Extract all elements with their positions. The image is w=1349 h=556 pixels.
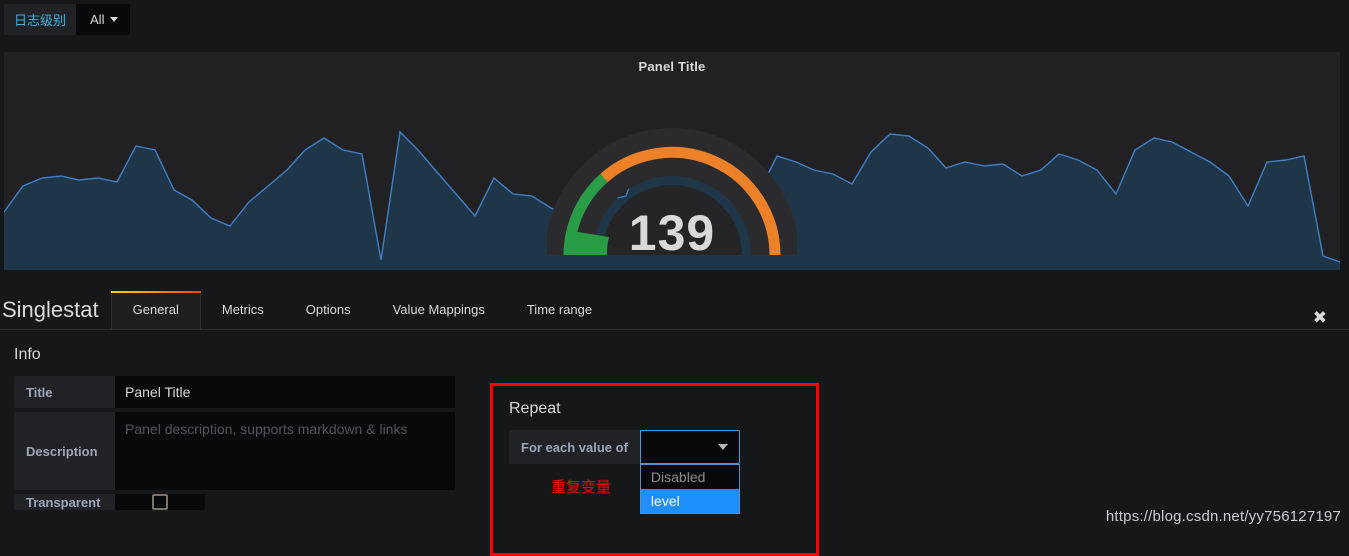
repeat-select[interactable] [639,430,740,464]
gauge-value: 139 [628,205,716,261]
repeat-annotation: 重复变量 [551,479,612,496]
panel-editor: Singlestat General Metrics Options Value… [0,288,1349,556]
description-row: Description [14,412,455,490]
variable-loglevel[interactable]: 日志级别 All [4,4,131,35]
repeat-variable-row: For each value of Disabled level [509,430,800,514]
for-each-value-label: For each value of [509,430,640,464]
title-label: Title [14,376,115,408]
tab-metrics-label: Metrics [221,302,264,317]
title-input[interactable] [115,376,455,408]
tab-value-mappings[interactable]: Value Mappings [372,291,506,329]
transparent-checkbox[interactable] [152,494,168,510]
repeat-section-highlight: Repeat For each value of Disabled level … [490,383,819,556]
tab-metrics[interactable]: Metrics [201,291,285,329]
description-label: Description [14,412,115,490]
panel-type-label: Singlestat [2,297,99,322]
tab-options[interactable]: Options [285,291,372,329]
dropdown-option-level[interactable]: level [640,489,739,513]
repeat-select-wrap: Disabled level [639,430,740,514]
transparent-label: Transparent [14,494,115,510]
transparent-row: Transparent [14,494,455,510]
transparent-checkbox-cell[interactable] [115,494,205,510]
tab-time-range-label: Time range [526,302,593,317]
panel-title: Panel Title [638,59,706,74]
repeat-section-title: Repeat [509,400,561,417]
tab-options-label: Options [305,302,351,317]
tab-value-mappings-label: Value Mappings [392,302,485,317]
panel-bottom-strip [4,270,1340,288]
description-textarea[interactable] [115,412,455,490]
title-row: Title [14,376,455,408]
variable-label: 日志级别 [4,4,77,35]
chevron-down-icon [110,17,119,22]
repeat-dropdown-menu[interactable]: Disabled level [639,464,740,514]
tab-general[interactable]: General [110,291,202,329]
chevron-down-icon [717,444,728,450]
info-section: Info Title Description Transparent [0,346,469,514]
info-section-title: Info [14,346,41,363]
editor-tab-bar: Singlestat General Metrics Options Value… [0,288,1349,330]
editor-body: Info Title Description Transparent Repea… [0,330,1349,556]
singlestat-panel[interactable]: Panel Title 139 [4,52,1340,270]
gauge: 139 [547,85,797,270]
dropdown-option-disabled[interactable]: Disabled [641,465,739,489]
tab-time-range[interactable]: Time range [506,291,613,329]
close-icon[interactable]: ✖ [1313,309,1327,326]
variable-value-dropdown[interactable]: All [76,4,131,35]
template-variable-bar: 日志级别 All [0,0,1349,50]
tab-general-label: General [132,302,179,317]
repeat-section: Repeat For each value of Disabled level … [493,386,816,514]
watermark: https://blog.csdn.net/yy756127197 [1105,508,1341,525]
variable-value-text: All [90,12,105,27]
